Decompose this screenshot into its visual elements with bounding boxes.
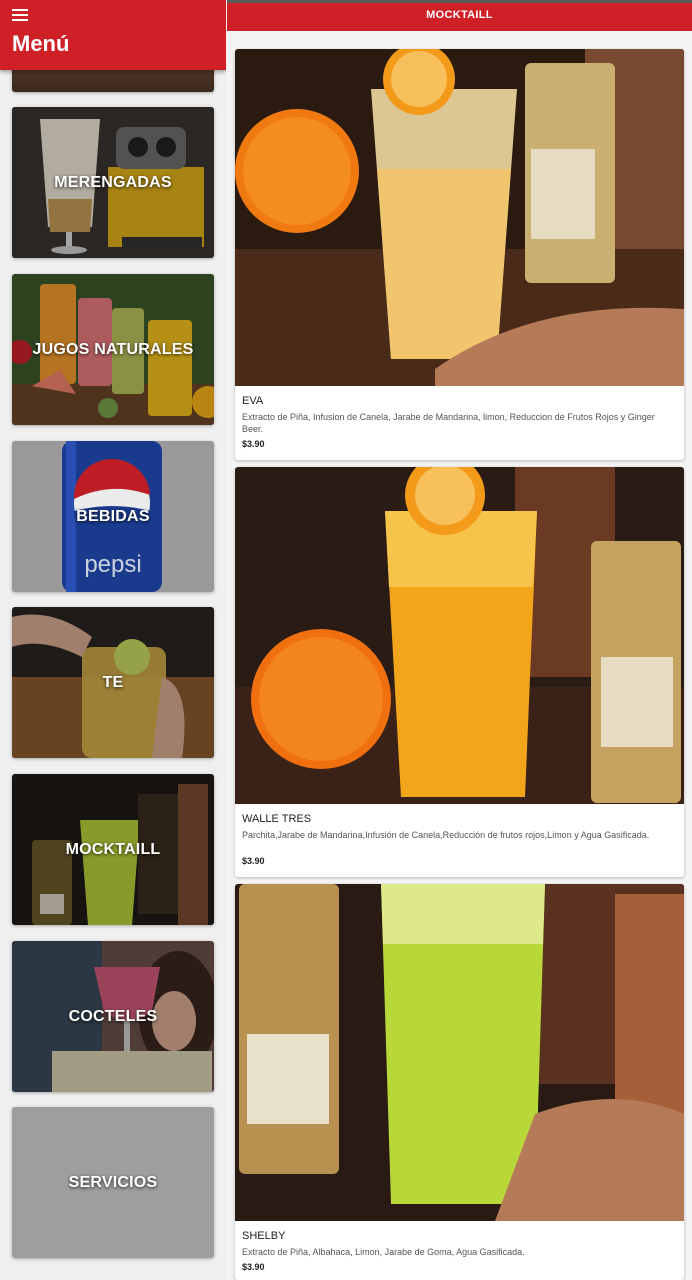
product-image-eva xyxy=(235,49,684,386)
product-price: $3.90 xyxy=(242,439,265,449)
category-card-jugos-naturales[interactable]: JUGOS NATURALES xyxy=(12,274,214,425)
product-image-walle-tres xyxy=(235,467,684,804)
product-image-shelby xyxy=(235,884,684,1221)
product-price: $3.90 xyxy=(242,856,265,866)
hamburger-menu-icon[interactable] xyxy=(12,9,28,21)
category-sidebar: Menú MERENGADAS JUGOS NATURALES pepsi BE… xyxy=(0,0,226,1280)
category-card-bebidas[interactable]: pepsi BEBIDAS xyxy=(12,441,214,592)
category-card-mocktaill[interactable]: MOCKTAILL xyxy=(12,774,214,925)
category-label: TE xyxy=(102,673,124,691)
category-label: COCTELES xyxy=(68,1007,158,1025)
product-card[interactable]: EVA Extracto de Piña, Infusion de Canela… xyxy=(235,49,684,460)
category-label: JUGOS NATURALES xyxy=(32,340,194,358)
products-panel: MOCKTAILL EVA Extracto de Piña, Infusion… xyxy=(227,0,692,1280)
product-description: Extracto de Piña, Albahaca, Limon, Jarab… xyxy=(242,1247,525,1257)
app-root: Menú MERENGADAS JUGOS NATURALES pepsi BE… xyxy=(0,0,692,1280)
sidebar-header: Menú xyxy=(0,0,226,70)
category-label: SERVICIOS xyxy=(68,1173,158,1191)
product-name: EVA xyxy=(242,395,264,407)
category-label: MOCKTAILL xyxy=(65,840,161,858)
product-card[interactable]: SHELBY Extracto de Piña, Albahaca, Limon… xyxy=(235,884,684,1280)
category-card-cocteles[interactable]: COCTELES xyxy=(12,941,214,1092)
category-card-merengadas[interactable]: MERENGADAS xyxy=(12,107,214,258)
product-card[interactable]: WALLE TRES Parchita,Jarabe de Mandarina,… xyxy=(235,467,684,877)
category-label: BEBIDAS xyxy=(76,507,150,525)
product-name: SHELBY xyxy=(242,1230,286,1242)
product-description: Parchita,Jarabe de Mandarina,Infusión de… xyxy=(242,830,650,840)
menu-title: Menú xyxy=(12,31,70,56)
category-card-te[interactable]: TE xyxy=(12,607,214,758)
product-description: Extracto de Piña, Infusion de Canela, Ja… xyxy=(242,412,655,434)
category-label: MERENGADAS xyxy=(54,173,172,191)
category-card-servicios[interactable]: SERVICIOS xyxy=(12,1107,214,1258)
product-name: WALLE TRES xyxy=(242,813,312,825)
product-price: $3.90 xyxy=(242,1262,265,1272)
top-app-bar: MOCKTAILL xyxy=(227,0,692,31)
category-title: MOCKTAILL xyxy=(426,9,493,21)
